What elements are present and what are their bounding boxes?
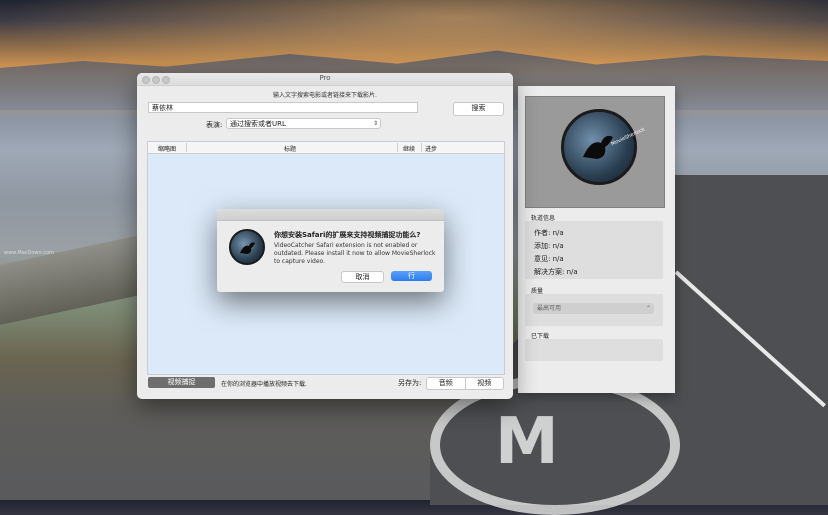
- column-thumbnail[interactable]: 缩略图: [158, 144, 176, 153]
- dialog-message: VideoCatcher Safari extension is not ena…: [274, 242, 436, 265]
- chevron-updown-icon: ⇕: [372, 120, 378, 127]
- quality-box: 最高可用 ⌃: [525, 294, 663, 326]
- info-resolution: 解决方案: n/a: [534, 267, 578, 277]
- column-divider: [186, 143, 187, 152]
- video-capture-button[interactable]: 视频捕捉: [148, 377, 215, 388]
- info-added-value: n/a: [552, 242, 564, 250]
- confirm-button[interactable]: 行: [391, 271, 432, 281]
- dialog-sheet-top: [217, 209, 444, 221]
- desktop-watermark: www.MacDown.com: [4, 250, 54, 256]
- info-resolution-value: n/a: [566, 268, 578, 276]
- save-format-segmented: 音频 视频: [426, 377, 504, 390]
- performance-label: 表演:: [206, 121, 223, 129]
- track-info-box: 作者: n/a 添加: n/a 意见: n/a 解决方案: n/a: [525, 221, 663, 279]
- info-opinion: 意见: n/a: [534, 254, 564, 264]
- performance-select[interactable]: 通过搜索或者URL ⇕: [226, 118, 381, 129]
- moviesherlock-logo-icon: MovieSherlock: [561, 109, 646, 185]
- search-hint: 输入文字搜索电影或者链接来下载影片.: [273, 92, 377, 99]
- info-resolution-label: 解决方案:: [534, 268, 565, 276]
- logo-box: MovieSherlock: [525, 96, 665, 208]
- search-input[interactable]: [148, 102, 418, 113]
- save-video-option[interactable]: 视频: [464, 378, 504, 389]
- search-button[interactable]: 搜索: [453, 102, 504, 116]
- window-title: Pro: [319, 74, 331, 82]
- column-title[interactable]: 标题: [284, 144, 296, 153]
- cancel-button[interactable]: 取消: [341, 271, 384, 283]
- column-progress[interactable]: 进步: [425, 144, 437, 153]
- performance-selected-value: 通过搜索或者URL: [230, 120, 286, 128]
- desktop-guardrail: [0, 235, 140, 325]
- info-opinion-value: n/a: [552, 255, 564, 263]
- desktop-road-logo-letter: M: [495, 405, 559, 479]
- column-divider: [397, 143, 398, 152]
- chevron-updown-icon: ⌃: [645, 305, 651, 312]
- info-added: 添加: n/a: [534, 241, 564, 251]
- info-panel: MovieSherlock 轨道信息 作者: n/a 添加: n/a 意见: n…: [518, 86, 675, 393]
- quality-selected-value: 最高可用: [537, 305, 562, 312]
- info-added-label: 添加:: [534, 242, 551, 250]
- column-divider: [421, 143, 422, 152]
- quality-select[interactable]: 最高可用 ⌃: [533, 303, 654, 314]
- downloaded-box: [525, 339, 663, 361]
- info-author-label: 作者:: [534, 229, 551, 237]
- save-audio-option[interactable]: 音频: [427, 378, 465, 389]
- info-author-value: n/a: [552, 229, 564, 237]
- column-continue[interactable]: 继续: [403, 144, 415, 153]
- save-as-label: 另存为:: [398, 379, 422, 387]
- dialog-title: 你想安装Safari的扩展来支持视频捕捉功能么?: [274, 231, 421, 239]
- moviesherlock-app-icon: [229, 229, 265, 265]
- table-header: 缩略图 标题 继续 进步: [148, 142, 504, 154]
- info-opinion-label: 意见:: [534, 255, 551, 263]
- info-author: 作者: n/a: [534, 228, 564, 238]
- title-bar[interactable]: Pro: [137, 73, 513, 86]
- install-extension-dialog: 你想安装Safari的扩展来支持视频捕捉功能么? VideoCatcher Sa…: [217, 209, 444, 292]
- capture-instruction: 在你的浏览器中播放视频去下载.: [221, 381, 307, 388]
